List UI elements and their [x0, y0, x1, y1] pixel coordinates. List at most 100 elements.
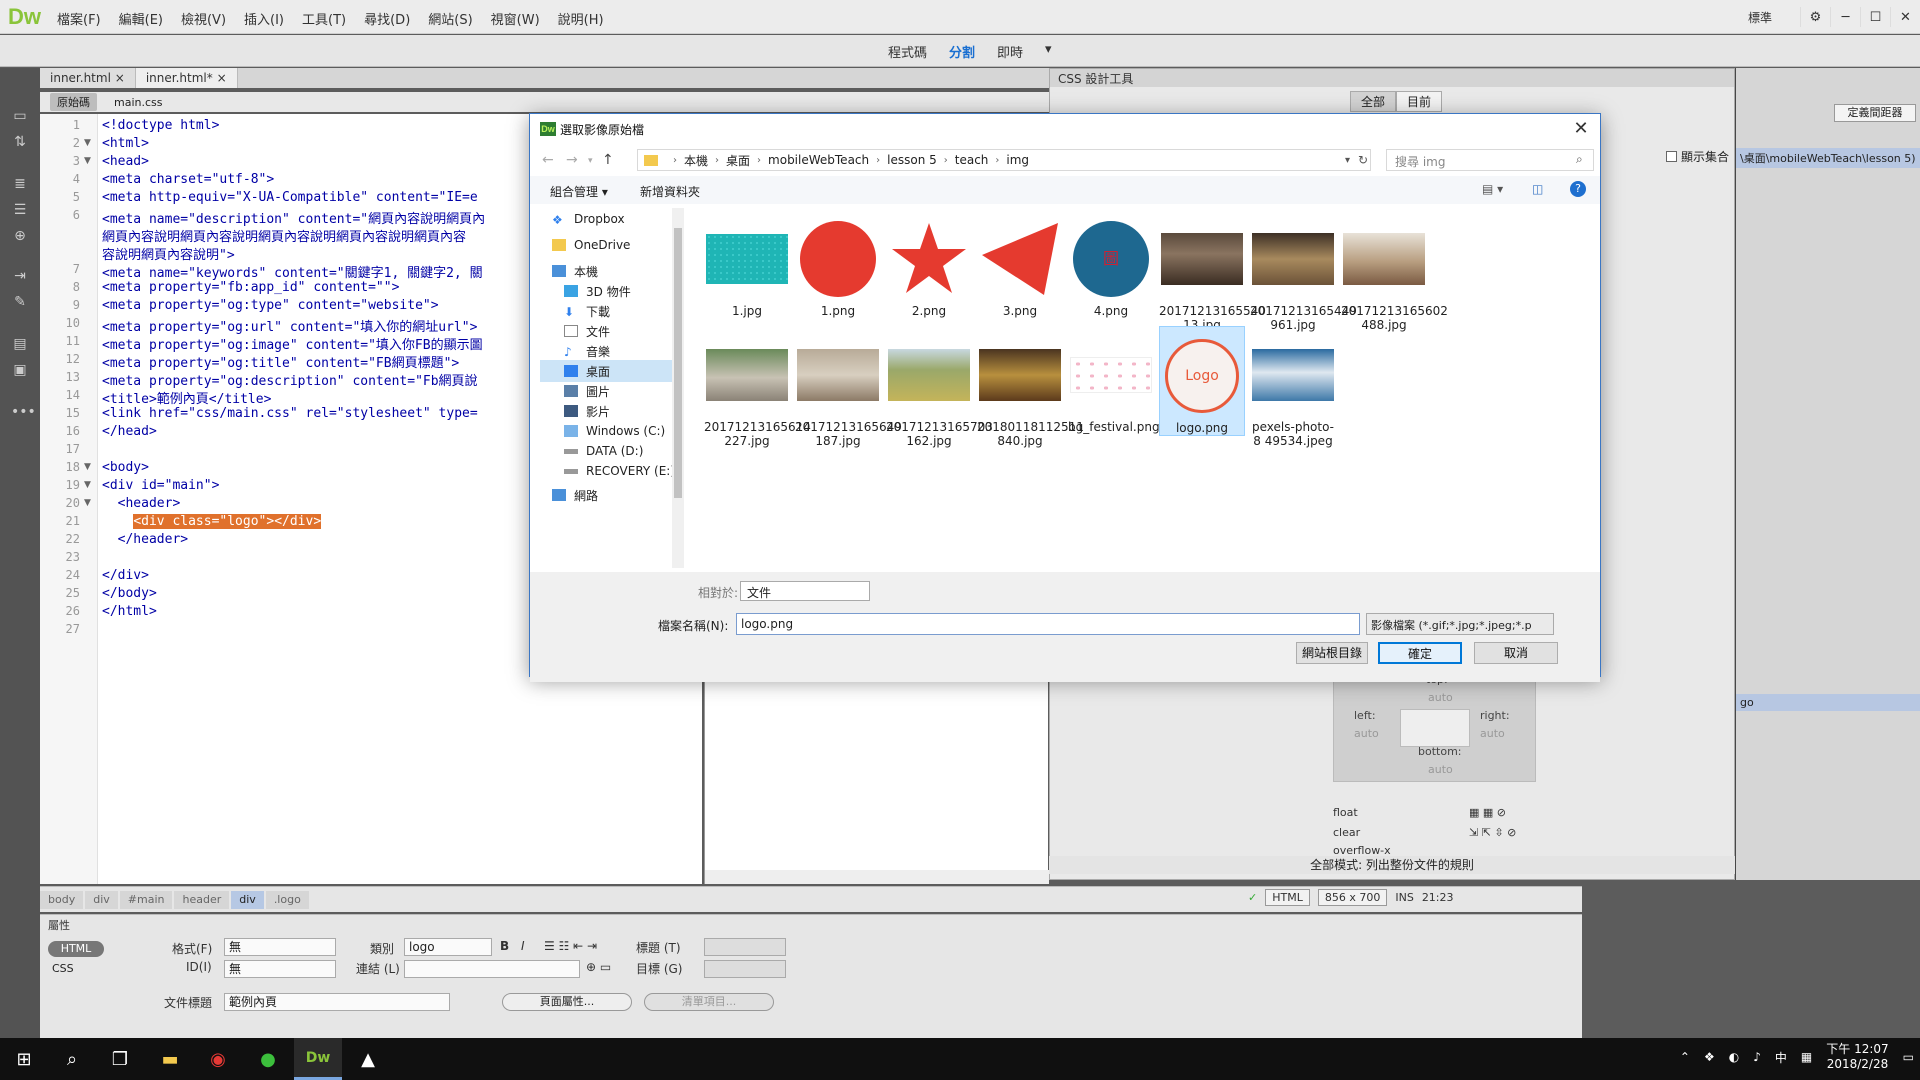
file-item[interactable]: 20171213165540 13.jpg: [1159, 218, 1266, 332]
box-left-value[interactable]: auto: [1354, 727, 1379, 740]
class-select[interactable]: logo: [404, 938, 492, 956]
file-item[interactable]: 20171213165703 162.jpg: [886, 334, 993, 448]
code-line[interactable]: <meta name="keywords" content="關鍵字1, 關鍵字…: [102, 262, 483, 281]
code-line[interactable]: <div id="main">: [102, 478, 219, 493]
code-line[interactable]: <link href="css/main.css" rel="styleshee…: [102, 406, 478, 421]
keyboard-icon[interactable]: ▦: [1801, 1050, 1812, 1064]
fold-toggle-icon[interactable]: ▼: [84, 462, 91, 472]
file-item[interactable]: 圖 4.png: [1068, 218, 1154, 318]
css-mode-button[interactable]: CSS: [52, 962, 74, 975]
file-icon[interactable]: ▭: [11, 108, 29, 124]
nav-scrollbar[interactable]: [672, 208, 684, 568]
chevron-down-icon[interactable]: ▾: [1045, 42, 1052, 61]
nav-3d-objects[interactable]: 3D 物件: [540, 280, 676, 302]
ok-button[interactable]: 確定: [1378, 642, 1462, 664]
code-line[interactable]: <meta property="og:image" content="填入你FB…: [102, 334, 483, 353]
window-size-select[interactable]: 856 x 700: [1317, 889, 1388, 906]
file-item[interactable]: bg_festival.png: [1068, 334, 1160, 434]
workspace-layout-select[interactable]: 標準: [1748, 9, 1772, 26]
ime-indicator[interactable]: 中: [1775, 1049, 1787, 1066]
code-line[interactable]: </html>: [102, 604, 157, 619]
fold-toggle-icon[interactable]: ▼: [84, 480, 91, 490]
code-line[interactable]: </body>: [102, 586, 157, 601]
code-line[interactable]: <meta property="og:type" content="websit…: [102, 298, 439, 313]
link-icons[interactable]: ⊕ ▭: [586, 960, 611, 974]
nav-desktop[interactable]: 桌面: [540, 360, 676, 382]
close-button[interactable]: ✕: [1890, 7, 1920, 27]
code-line[interactable]: 容說明網頁內容說明">: [102, 244, 235, 263]
code-line[interactable]: <title>範例內頁</title>: [102, 388, 271, 407]
nav-this-pc[interactable]: 本機: [540, 260, 676, 282]
live-view-button[interactable]: 即時: [997, 42, 1023, 61]
notification-icon[interactable]: ▭: [1903, 1050, 1914, 1064]
show-set-checkbox[interactable]: [1666, 151, 1677, 162]
code-line[interactable]: 網頁內容說明網頁內容說明網頁內容說明網頁內容說明網頁內容: [102, 226, 466, 245]
crumb-logo[interactable]: .logo: [265, 890, 309, 909]
wrap-icon[interactable]: ⇥: [11, 268, 29, 284]
close-icon[interactable]: ×: [217, 71, 227, 85]
forward-icon[interactable]: →: [566, 152, 578, 168]
code-line[interactable]: <!doctype html>: [102, 118, 219, 133]
menu-help[interactable]: 說明(H): [549, 9, 613, 28]
preview-pane-icon[interactable]: ◫: [1532, 182, 1543, 196]
cancel-button[interactable]: 取消: [1474, 642, 1558, 664]
back-icon[interactable]: ←: [542, 152, 554, 168]
main-css-tab[interactable]: main.css: [107, 95, 170, 110]
menu-view[interactable]: 檢視(V): [172, 9, 235, 28]
path-mobilewebteach[interactable]: mobileWebTeach: [768, 153, 869, 167]
crumb-body[interactable]: body: [40, 890, 84, 909]
nav-pictures[interactable]: 圖片: [540, 380, 676, 402]
doc-type-select[interactable]: HTML: [1265, 889, 1310, 906]
menu-edit[interactable]: 編輯(E): [110, 9, 172, 28]
italic-button[interactable]: I: [521, 939, 525, 953]
file-item[interactable]: 20171213165449 961.jpg: [1250, 218, 1357, 332]
code-line[interactable]: <html>: [102, 136, 149, 151]
tab-inner-html[interactable]: inner.html ×: [40, 68, 136, 88]
scroll-thumb[interactable]: [674, 228, 682, 498]
search-icon[interactable]: ⌕: [48, 1038, 96, 1080]
clear-options[interactable]: ⇲ ⇱ ⇳ ⊘: [1469, 826, 1516, 839]
menu-file[interactable]: 檔案(F): [48, 9, 110, 28]
relative-select[interactable]: 文件: [740, 581, 870, 601]
file-item[interactable]: 3.png: [977, 218, 1063, 318]
code-line[interactable]: <meta http-equiv="X-UA-Compatible" conte…: [102, 190, 478, 205]
id-select[interactable]: 無: [224, 960, 336, 978]
selector-item[interactable]: go: [1736, 694, 1920, 711]
view-options-icon[interactable]: ▤ ▾: [1482, 182, 1503, 196]
file-item[interactable]: 1.jpg: [704, 218, 790, 318]
path-this-pc[interactable]: 本機: [684, 152, 708, 169]
up-icon[interactable]: ↑: [602, 152, 614, 168]
close-icon[interactable]: ×: [115, 71, 125, 85]
nav-drive-c[interactable]: Windows (C:): [540, 420, 676, 442]
path-img[interactable]: img: [1006, 153, 1029, 167]
photos-icon[interactable]: ▲: [344, 1038, 392, 1080]
code-line-selected[interactable]: <div class="logo"></div>: [102, 514, 322, 529]
code-line[interactable]: <head>: [102, 154, 149, 169]
link-input[interactable]: [404, 960, 580, 978]
organize-button[interactable]: 組合管理 ▾: [550, 183, 608, 200]
path-teach[interactable]: teach: [955, 153, 989, 167]
fold-toggle-icon[interactable]: ▼: [84, 138, 91, 148]
target-select[interactable]: [704, 960, 786, 978]
menu-tools[interactable]: 工具(T): [293, 9, 355, 28]
filename-input[interactable]: logo.png: [736, 613, 1360, 635]
search-input[interactable]: 搜尋 img: [1386, 149, 1594, 171]
code-line[interactable]: <header>: [102, 496, 181, 511]
code-line[interactable]: <meta name="description" content="網頁內容說明…: [102, 208, 485, 227]
nav-music[interactable]: ♪ 音樂: [540, 340, 676, 362]
file-item[interactable]: 20171213165614 227.jpg: [704, 334, 811, 448]
minimize-button[interactable]: ─: [1830, 7, 1860, 27]
doc-title-input[interactable]: 範例內頁: [224, 993, 450, 1011]
code-line[interactable]: </div>: [102, 568, 149, 583]
code-line[interactable]: </head>: [102, 424, 157, 439]
nav-onedrive[interactable]: OneDrive: [540, 234, 676, 256]
nav-dropbox[interactable]: ❖ Dropbox: [540, 208, 676, 230]
sort-icon[interactable]: ⇅: [11, 134, 29, 150]
file-item[interactable]: 1.png: [795, 218, 881, 318]
path-lesson5[interactable]: lesson 5: [887, 153, 937, 167]
file-item[interactable]: 20171213165602 488.jpg: [1341, 218, 1448, 332]
code-line[interactable]: <meta property="og:description" content=…: [102, 370, 478, 389]
chrome-icon[interactable]: ◉: [194, 1038, 242, 1080]
box-top-value[interactable]: auto: [1428, 691, 1453, 704]
format-icon[interactable]: ≣: [11, 176, 29, 192]
